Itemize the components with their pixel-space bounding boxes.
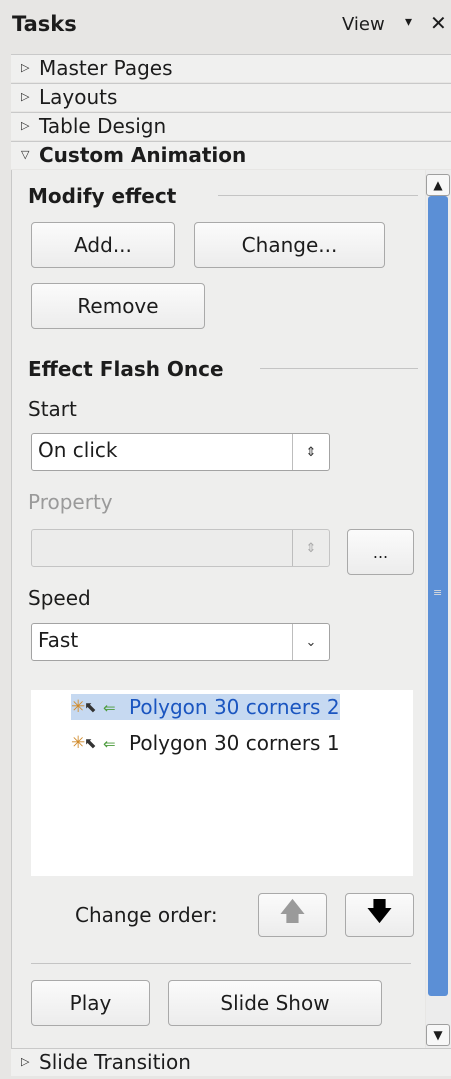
move-up-button[interactable]: 🡅 <box>258 893 327 937</box>
collapse-arrow-icon: ▽ <box>21 148 30 161</box>
section-slide-transition[interactable]: ▷ Slide Transition <box>11 1048 451 1076</box>
expand-arrow-icon: ▷ <box>21 119 30 132</box>
spin-arrows-icon: ⇕ <box>292 434 329 470</box>
expand-arrow-icon: ▷ <box>21 1055 30 1068</box>
start-select[interactable]: On click ⇕ <box>31 433 330 471</box>
effect-icon: ✳ ⬉ ⇐ <box>71 697 116 717</box>
section-label: Custom Animation <box>39 143 247 167</box>
add-button[interactable]: Add... <box>31 222 175 268</box>
remove-button[interactable]: Remove <box>31 283 205 329</box>
list-item[interactable]: ✳ ⬉ ⇐ Polygon 30 corners 2 <box>71 694 340 720</box>
move-down-button[interactable]: 🡇 <box>345 893 414 937</box>
chevron-down-icon: ⌄ <box>292 624 329 660</box>
section-master-pages[interactable]: ▷ Master Pages <box>11 54 451 82</box>
scroll-down-button[interactable]: ▼ <box>426 1024 450 1046</box>
arrow-up-icon: 🡅 <box>279 897 306 927</box>
section-layouts[interactable]: ▷ Layouts <box>11 83 451 111</box>
divider <box>31 963 411 964</box>
property-options-button[interactable]: ... <box>347 529 414 575</box>
start-label: Start <box>28 397 77 421</box>
slide-show-button[interactable]: Slide Show <box>168 980 382 1026</box>
divider <box>218 195 418 196</box>
section-label: Layouts <box>39 85 118 109</box>
section-label: Table Design <box>39 114 167 138</box>
list-item-label: Polygon 30 corners 1 <box>129 731 340 755</box>
change-order-label: Change order: <box>75 903 218 927</box>
effect-heading: Effect Flash Once <box>28 357 224 381</box>
spin-arrows-icon: ⇕ <box>292 530 329 566</box>
section-table-design[interactable]: ▷ Table Design <box>11 112 451 140</box>
list-item-label: Polygon 30 corners 2 <box>129 695 340 719</box>
section-custom-animation[interactable]: ▽ Custom Animation <box>11 141 451 169</box>
section-label: Slide Transition <box>39 1050 191 1074</box>
divider <box>260 368 418 369</box>
speed-label: Speed <box>28 586 91 610</box>
scroll-up-button[interactable]: ▲ <box>426 174 450 196</box>
play-button[interactable]: Play <box>31 980 150 1026</box>
modify-effect-heading: Modify effect <box>28 184 177 208</box>
expand-arrow-icon: ▷ <box>21 90 30 103</box>
change-button[interactable]: Change... <box>194 222 385 268</box>
panel-header: Tasks View ▾ ✕ <box>0 0 451 50</box>
effect-icon: ✳ ⬉ ⇐ <box>71 733 116 753</box>
expand-arrow-icon: ▷ <box>21 61 30 74</box>
list-item[interactable]: ✳ ⬉ ⇐ Polygon 30 corners 1 <box>71 730 340 756</box>
view-menu-button[interactable]: View <box>342 14 385 35</box>
animation-list[interactable]: ✳ ⬉ ⇐ Polygon 30 corners 2 ✳ ⬉ ⇐ Polygon 30 … <box>31 690 413 876</box>
property-select: ⇕ <box>31 529 330 567</box>
panel-title: Tasks <box>12 12 77 36</box>
arrow-down-icon: 🡇 <box>366 897 393 927</box>
speed-select[interactable]: Fast ⌄ <box>31 623 330 661</box>
vertical-scrollbar[interactable]: ▲ ≡ ▼ <box>426 170 451 1048</box>
scrollbar-thumb[interactable]: ≡ <box>428 196 448 996</box>
close-icon[interactable]: ✕ <box>430 11 447 35</box>
chevron-down-icon[interactable]: ▾ <box>405 14 412 30</box>
property-label: Property <box>28 490 113 514</box>
section-label: Master Pages <box>39 56 173 80</box>
